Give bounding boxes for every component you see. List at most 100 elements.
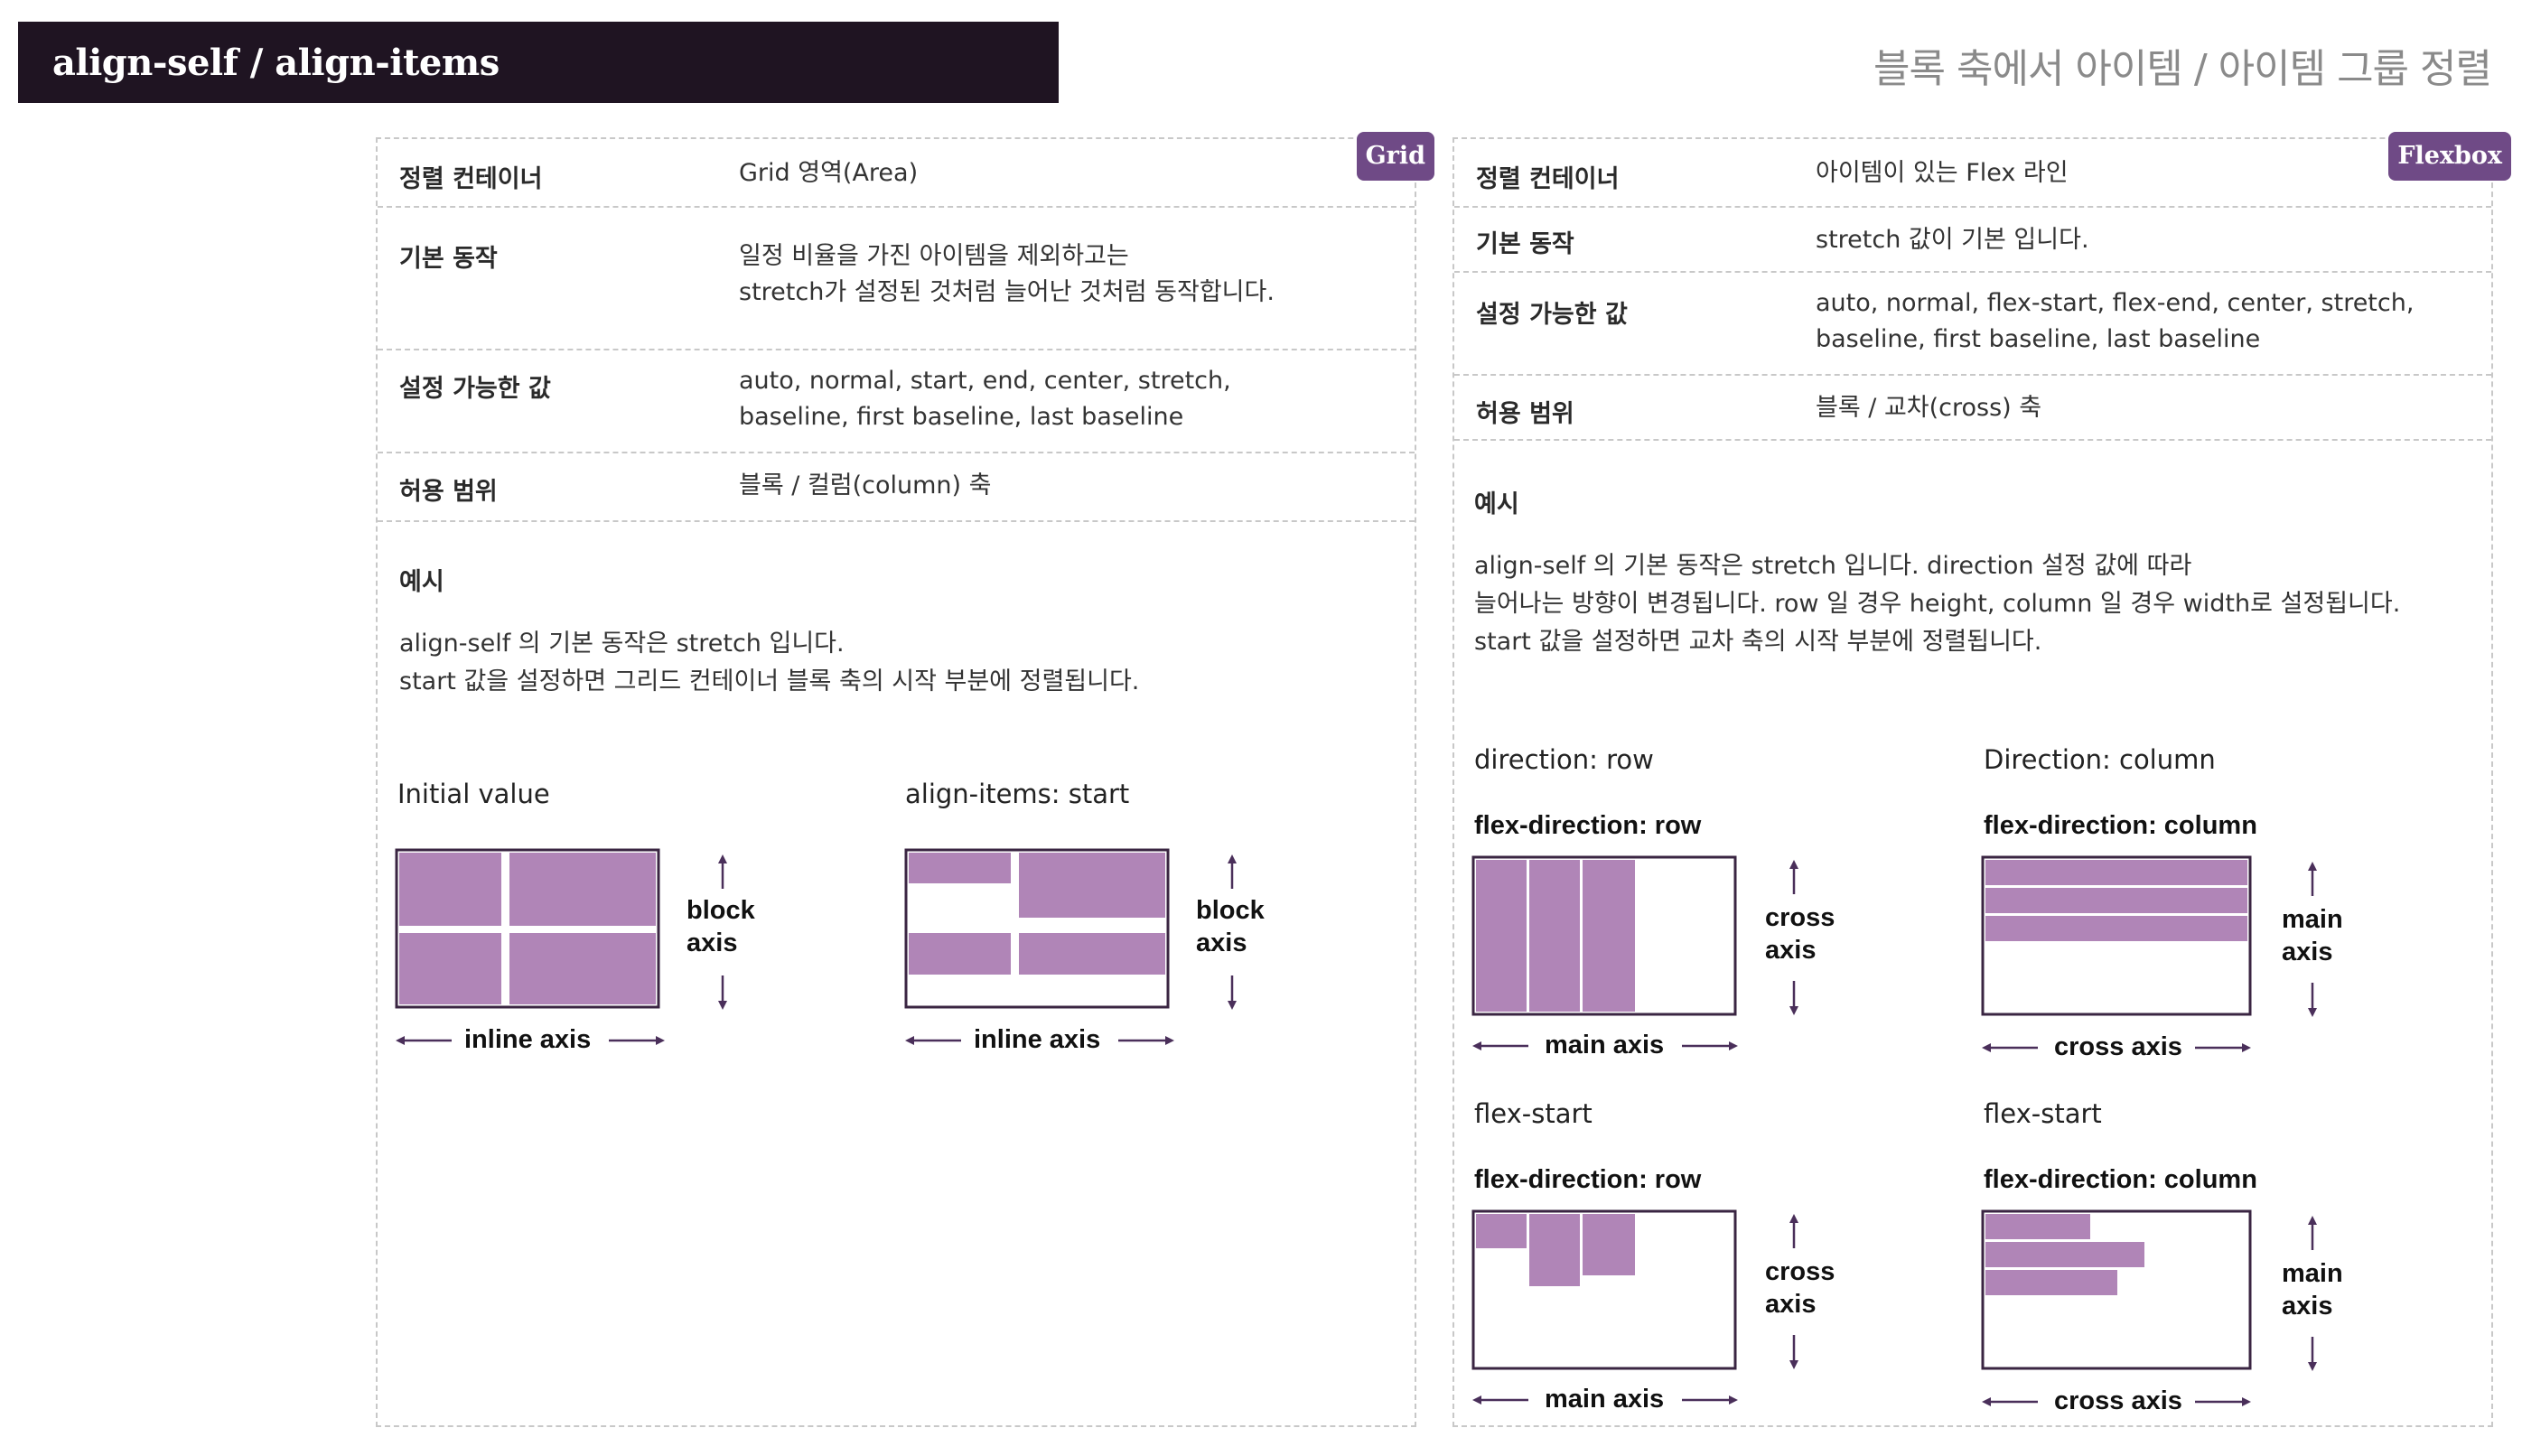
example-text: align-self 의 기본 동작은 stretch 입니다. start 값…	[399, 625, 1139, 701]
row-key: 기본 동작	[399, 245, 498, 273]
diagram-subtitle: flex-direction: row	[1474, 1165, 1702, 1194]
cross-axis-label: cross axis	[2054, 1386, 2182, 1415]
diagram-caption: flex-start	[1474, 1098, 1593, 1129]
diagram-subtitle: flex-direction: row	[1474, 811, 1702, 840]
example-heading: 예시	[1474, 490, 1519, 518]
example-line: start 값을 설정하면 그리드 컨테이너 블록 축의 시작 부분에 정렬됩니…	[399, 667, 1140, 695]
axis-label-line: main	[2282, 1259, 2343, 1288]
flex-item	[1583, 860, 1635, 1012]
axis-label-line: axis	[2282, 1292, 2333, 1321]
row-key: 설정 가능한 값	[399, 375, 551, 403]
grid-item	[1019, 853, 1165, 918]
axis-label-line: main	[2282, 905, 2343, 934]
row-value: auto, normal, start, end, center, stretc…	[739, 363, 1231, 435]
row-key: 허용 범위	[399, 478, 498, 506]
flex-column-stretch-diagram	[1981, 855, 2252, 1016]
axis-label-line: block	[687, 896, 755, 925]
row-value: 일정 비율을 가진 아이템을 제외하고는 stretch가 설정된 것처럼 늘어…	[739, 238, 1275, 311]
grid-diagram-initial	[395, 848, 660, 1009]
inline-axis-label: inline axis	[464, 1025, 592, 1054]
row-key: 허용 범위	[1476, 400, 1574, 428]
flex-item	[1985, 916, 2247, 941]
flex-item	[1529, 1214, 1580, 1286]
example-line: align-self 의 기본 동작은 stretch 입니다.	[399, 630, 845, 658]
main-axis-label: main axis	[2282, 1257, 2343, 1322]
flex-row-scope: 허용 범위 블록 / 교차(cross) 축	[1454, 376, 2491, 441]
row-value: 아이템이 있는 Flex 라인	[1816, 159, 2069, 187]
row-value: auto, normal, flex-start, flex-end, cent…	[1816, 285, 2414, 358]
diagram-subtitle: flex-direction: column	[1984, 811, 2257, 840]
main-axis-label: main axis	[2282, 903, 2343, 968]
grid-row-scope: 허용 범위 블록 / 컬럼(column) 축	[378, 453, 1415, 522]
page-subtitle: 블록 축에서 아이템 / 아이템 그룹 정렬	[1873, 46, 2492, 92]
flex-row-start-diagram	[1471, 1209, 1737, 1370]
example-line: start 값을 설정하면 교차 축의 시작 부분에 정렬됩니다.	[1474, 628, 2042, 656]
diagram-caption: flex-start	[1984, 1098, 2102, 1129]
row-value-line: auto, normal, start, end, center, stretc…	[739, 367, 1231, 395]
flex-item	[1985, 860, 2247, 885]
grid-diagram-start	[904, 848, 1170, 1009]
flex-item	[1985, 1242, 2144, 1267]
axis-label-line: axis	[687, 929, 738, 957]
row-value-line: auto, normal, flex-start, flex-end, cent…	[1816, 289, 2415, 317]
main-axis-label: main axis	[1545, 1385, 1665, 1414]
grid-row-behavior: 기본 동작 일정 비율을 가진 아이템을 제외하고는 stretch가 설정된 …	[378, 208, 1415, 350]
flex-row-stretch-diagram	[1471, 855, 1737, 1016]
flex-item	[1583, 1214, 1635, 1275]
cross-axis-label: cross axis	[1765, 901, 1835, 966]
axis-label-line: cross	[1765, 903, 1835, 932]
grid-item	[399, 853, 501, 926]
axis-label-line: axis	[1765, 1290, 1817, 1319]
row-value-line: stretch가 설정된 것처럼 늘어난 것처럼 동작합니다.	[739, 278, 1275, 306]
grid-item	[909, 853, 1011, 883]
flex-item	[1476, 860, 1527, 1012]
flex-item	[1985, 1214, 2090, 1239]
axis-label-line: block	[1196, 896, 1265, 925]
grid-item	[1019, 933, 1165, 975]
example-heading: 예시	[399, 568, 444, 596]
example-line: 늘어나는 방향이 변경됩니다. row 일 경우 height, column …	[1474, 590, 2401, 618]
cross-axis-label: cross axis	[1765, 1255, 1835, 1321]
axis-label-line: axis	[1196, 929, 1247, 957]
flex-panel: Flexbox 정렬 컨테이너 아이템이 있는 Flex 라인 기본 동작 st…	[1452, 132, 2511, 1427]
axis-label-line: axis	[2282, 938, 2333, 966]
diagram-title: Initial value	[397, 779, 550, 809]
grid-row-container: 정렬 컨테이너 Grid 영역(Area)	[378, 139, 1415, 208]
grid-item	[509, 933, 656, 1004]
row-key: 정렬 컨테이너	[1476, 165, 1620, 193]
main-axis-label: main axis	[1545, 1031, 1665, 1059]
row-key: 정렬 컨테이너	[399, 165, 543, 193]
row-value-line: baseline, first baseline, last baseline	[739, 403, 1184, 431]
flex-item	[1476, 1214, 1527, 1248]
grid-item	[399, 933, 501, 1004]
flex-item	[1985, 1270, 2117, 1295]
grid-row-values: 설정 가능한 값 auto, normal, start, end, cente…	[378, 350, 1415, 453]
flex-row-values: 설정 가능한 값 auto, normal, flex-start, flex-…	[1454, 273, 2491, 376]
row-value-line: 일정 비율을 가진 아이템을 제외하고는	[739, 242, 1129, 270]
header-bar: align-self / align-items	[18, 22, 1059, 103]
block-axis-label: block axis	[1196, 894, 1265, 959]
diagram-title: align-items: start	[905, 779, 1130, 809]
example-line: align-self 의 기본 동작은 stretch 입니다. directi…	[1474, 552, 2192, 580]
grid-panel: Grid 정렬 컨테이너 Grid 영역(Area) 기본 동작 일정 비율을 …	[376, 132, 1434, 1427]
row-value: 블록 / 컬럼(column) 축	[739, 471, 992, 499]
flex-row-container: 정렬 컨테이너 아이템이 있는 Flex 라인	[1454, 139, 2491, 208]
axis-label-line: cross	[1765, 1257, 1835, 1286]
grid-item	[509, 853, 656, 926]
axis-label-line: axis	[1765, 936, 1817, 965]
row-key: 기본 동작	[1476, 230, 1574, 258]
row-value: Grid 영역(Area)	[739, 159, 919, 187]
diagram-subtitle: flex-direction: column	[1984, 1165, 2257, 1194]
example-text: align-self 의 기본 동작은 stretch 입니다. directi…	[1474, 547, 2400, 661]
block-axis-label: block axis	[687, 894, 755, 959]
row-key: 설정 가능한 값	[1476, 301, 1628, 329]
grid-item	[909, 933, 1011, 975]
flex-column-start-diagram	[1981, 1209, 2252, 1370]
row-value: stretch 값이 기본 입니다.	[1816, 226, 2089, 254]
column-title-column: Direction: column	[1984, 744, 2216, 775]
flex-row-behavior: 기본 동작 stretch 값이 기본 입니다.	[1454, 208, 2491, 273]
inline-axis-label: inline axis	[974, 1025, 1101, 1054]
flex-item	[1985, 888, 2247, 913]
row-value-line: baseline, first baseline, last baseline	[1816, 325, 2261, 353]
row-value: 블록 / 교차(cross) 축	[1816, 394, 2042, 422]
